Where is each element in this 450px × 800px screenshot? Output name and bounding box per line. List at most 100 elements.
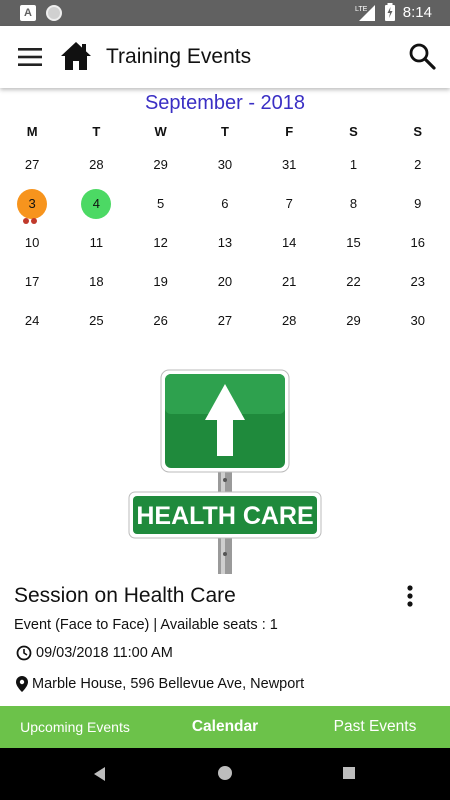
day-number: 7 [285,196,293,212]
day-number: 6 [221,196,229,212]
day-number: 27 [217,312,233,328]
home-button-icon[interactable] [218,766,232,780]
calendar-day[interactable]: 14 [257,224,321,263]
calendar-day[interactable]: 6 [193,185,257,224]
calendar-day[interactable]: 29 [321,301,385,340]
day-number: 29 [346,312,361,328]
event-datetime: 09/03/2018 11:00 AM [36,645,173,661]
calendar-day[interactable]: 10 [0,224,64,263]
calendar-week: 3 4 5 6 7 8 9 [0,185,450,224]
calendar-day[interactable]: 27 [193,301,257,340]
day-number: 5 [157,196,165,212]
tab-calendar[interactable]: Calendar [150,706,300,748]
sign-text: HEALTH CARE [136,502,313,530]
day-number: 9 [414,196,422,212]
day-number: 29 [153,157,168,173]
weekday-label: M [26,123,38,139]
day-number: 25 [89,312,104,328]
page-title: Training Events [106,45,252,68]
selected-day-number: 3 [17,189,48,220]
day-number: 22 [346,273,361,289]
battery-icon [384,3,395,21]
calendar-day[interactable]: 28 [64,146,128,185]
search-icon[interactable] [408,42,436,70]
hamburger-menu-icon[interactable] [18,46,42,68]
day-number: 26 [153,312,168,328]
day-number: 11 [89,234,104,250]
day-number: 30 [217,157,233,173]
calendar-day[interactable]: 15 [321,224,385,263]
day-number: 23 [410,273,425,289]
more-options-icon[interactable] [406,585,414,607]
day-number: 27 [24,157,40,173]
calendar-day[interactable]: 21 [257,262,321,301]
calendar-day[interactable]: 25 [64,301,128,340]
calendar-day[interactable]: 30 [193,146,257,185]
home-icon[interactable] [60,41,92,71]
day-number: 14 [281,234,297,250]
recent-apps-icon[interactable] [343,767,355,779]
day-number: 30 [410,312,425,328]
day-number: 20 [217,273,233,289]
calendar-day-today[interactable]: 4 [64,185,128,224]
calendar-day[interactable]: 31 [257,146,321,185]
clock-time: 8:14 [402,3,432,21]
calendar-day-selected[interactable]: 3 [0,185,64,224]
weekday-label: F [285,123,294,139]
calendar-day[interactable]: 17 [0,262,64,301]
calendar-day[interactable]: 8 [321,185,385,224]
calendar-day[interactable]: 23 [386,262,450,301]
calendar-day[interactable]: 1 [321,146,385,185]
event-location: Marble House, 596 Bellevue Ave, Newport [32,676,305,692]
calendar-day[interactable]: 13 [193,224,257,263]
sync-notification-icon [46,5,62,21]
weekday-label: S [349,123,358,139]
weekday-label: T [220,123,229,139]
event-title[interactable]: Session on Health Care [14,584,236,608]
a-notification-icon: A [20,5,36,21]
calendar-day[interactable]: 9 [386,185,450,224]
calendar-day[interactable]: 16 [386,224,450,263]
day-number: 1 [349,157,358,173]
bottom-navigation: Upcoming Events Calendar Past Events [0,706,450,748]
day-number: 8 [349,196,358,212]
calendar-day[interactable]: 11 [64,224,128,263]
calendar-day[interactable]: 24 [0,301,64,340]
calendar-day[interactable]: 29 [129,146,193,185]
tab-upcoming-events[interactable]: Upcoming Events [0,706,150,748]
day-number: 28 [89,157,104,173]
calendar-week: 24 25 26 27 28 29 30 [0,301,450,340]
day-number: 2 [414,157,422,173]
calendar-month-title: September - 2018 [144,92,306,114]
event-type-seats: Event (Face to Face) | Available seats :… [14,617,278,633]
calendar-day[interactable]: 5 [129,185,193,224]
today-day-number: 4 [81,189,112,220]
day-number: 24 [24,312,40,328]
weekday-header: M T W T F S S [0,116,450,146]
calendar-day[interactable]: 30 [386,301,450,340]
location-pin-icon [16,676,28,692]
calendar-day[interactable]: 2 [386,146,450,185]
back-icon[interactable] [93,767,107,781]
day-number: 31 [281,157,297,173]
calendar-day[interactable]: 27 [0,146,64,185]
signal-icon: LTE [355,5,375,21]
calendar-day[interactable]: 19 [129,262,193,301]
calendar-day[interactable]: 22 [321,262,385,301]
calendar-day[interactable]: 26 [129,301,193,340]
calendar-day[interactable]: 20 [193,262,257,301]
weekday-label: W [154,123,167,139]
weekday-label: S [413,123,423,139]
status-bar: A LTE 8:14 [0,0,450,26]
day-number: 16 [410,234,425,250]
calendar-day[interactable]: 7 [257,185,321,224]
calendar-day[interactable]: 12 [129,224,193,263]
event-location-row: Marble House, 596 Bellevue Ave, Newport [16,676,304,692]
app-bar: Training Events [0,26,450,88]
event-banner-image: HEALTH CARE [128,369,322,574]
tab-past-events[interactable]: Past Events [300,706,450,748]
calendar-day[interactable]: 28 [257,301,321,340]
day-number: 13 [217,234,233,250]
calendar-day[interactable]: 18 [64,262,128,301]
day-number: 10 [24,234,40,250]
